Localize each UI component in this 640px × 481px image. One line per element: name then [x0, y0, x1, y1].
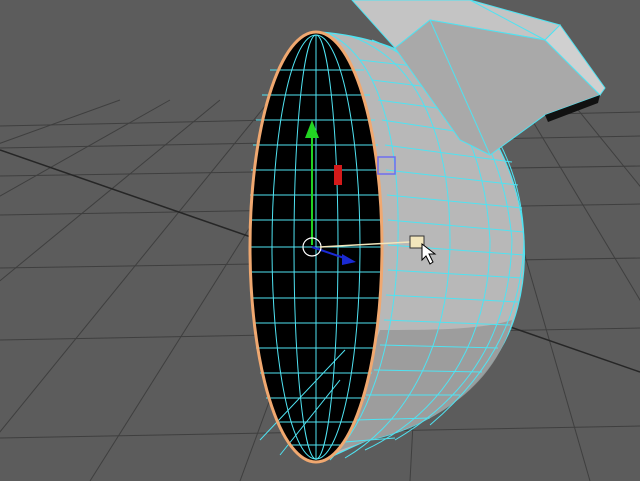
viewport-canvas[interactable] — [0, 0, 640, 481]
x-axis-handle[interactable] — [334, 165, 342, 185]
perspective-viewport[interactable] — [0, 0, 640, 481]
